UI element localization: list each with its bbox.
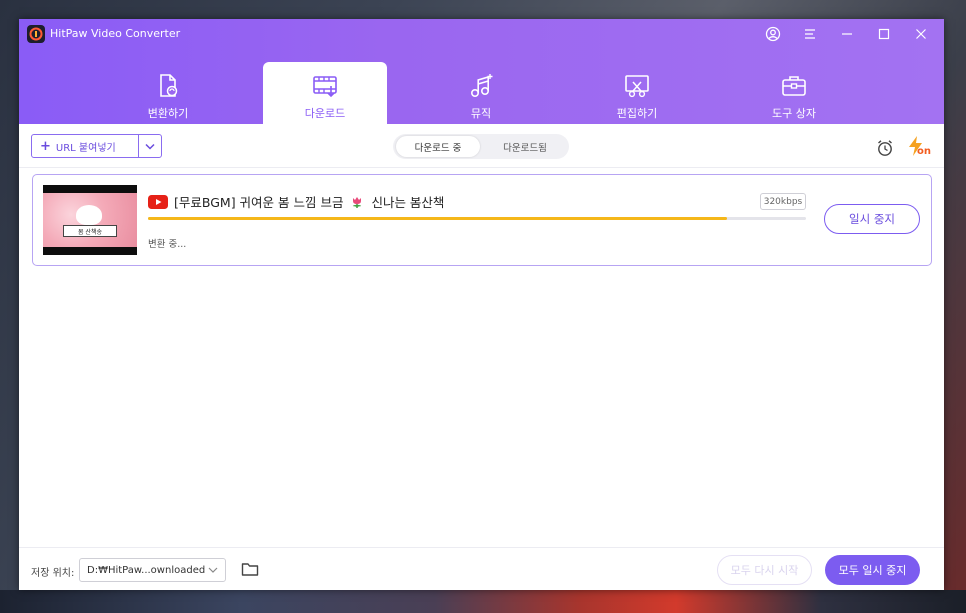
tab-download-label: 다운로드 [304, 107, 346, 120]
app-logo-icon [27, 25, 45, 43]
pause-all-button[interactable]: 모두 일시 중지 [825, 555, 920, 585]
video-title-part1: [무료BGM] 귀여운 봄 느낌 브금 [174, 195, 344, 210]
pause-button[interactable]: 일시 중지 [824, 204, 920, 234]
tab-toolbox[interactable]: 도구 상자 [732, 62, 856, 124]
video-title: [무료BGM] 귀여운 봄 느낌 브금 신나는 봄산책 [174, 192, 444, 211]
download-film-icon [311, 72, 339, 100]
turbo-label: on [917, 146, 931, 157]
bitrate-badge: 320kbps [760, 193, 806, 210]
paste-url-label: URL 붙여넣기 [55, 142, 116, 154]
tulip-emoji-icon [350, 195, 364, 209]
convert-icon [154, 72, 182, 100]
tab-music-label: 뮤직 [470, 107, 492, 120]
title-bar: HitPaw Video Converter [19, 19, 944, 49]
chevron-down-icon [145, 143, 155, 150]
desktop-background [0, 590, 966, 613]
video-thumbnail: 봄 산책송 [43, 185, 137, 255]
tab-edit[interactable]: 편집하기 [575, 62, 699, 124]
save-path-value: D:₩HitPaw...ownloaded [87, 564, 206, 576]
thumbnail-character [76, 205, 102, 225]
download-item: 봄 산책송 [무료BGM] 귀여운 봄 느낌 브금 신나는 봄산책 320kbp… [32, 174, 932, 266]
edit-icon [623, 72, 651, 100]
paste-url-dropdown[interactable] [138, 135, 161, 157]
app-window: HitPaw Video Converter 변환하기 다운로드 뮤직 편집하기… [19, 19, 944, 590]
toolbar: + URL 붙여넣기 다운로드 중 다운로드됨 on [19, 124, 944, 168]
tab-toolbox-label: 도구 상자 [772, 107, 816, 120]
paste-url-button[interactable]: + URL 붙여넣기 [31, 134, 162, 158]
alarm-clock-icon[interactable] [876, 139, 894, 157]
app-title: HitPaw Video Converter [50, 27, 181, 40]
minimize-icon[interactable] [835, 23, 859, 45]
segment-downloading[interactable]: 다운로드 중 [396, 136, 480, 157]
account-icon[interactable] [761, 23, 785, 45]
segment-downloaded[interactable]: 다운로드됨 [483, 136, 567, 157]
tab-download[interactable]: 다운로드 [263, 62, 387, 124]
paste-url-main[interactable]: + URL 붙여넣기 [32, 135, 138, 157]
footer: 저장 위치: D:₩HitPaw...ownloaded 모두 다시 시작 모두… [19, 547, 944, 590]
youtube-icon [148, 194, 168, 209]
download-progress-bar [148, 217, 806, 220]
download-status-toggle: 다운로드 중 다운로드됨 [393, 134, 569, 159]
plus-icon: + [40, 138, 51, 154]
music-icon [467, 72, 495, 100]
tab-convert-label: 변환하기 [147, 107, 189, 120]
thumbnail-banner: 봄 산책송 [63, 225, 117, 237]
toolbox-icon [780, 72, 808, 100]
maximize-icon[interactable] [872, 23, 896, 45]
tab-music[interactable]: 뮤직 [419, 62, 543, 124]
chevron-down-icon [208, 567, 218, 573]
save-location-label: 저장 위치: [31, 568, 75, 579]
save-path-select[interactable]: D:₩HitPaw...ownloaded [79, 558, 226, 582]
close-icon[interactable] [909, 23, 933, 45]
resume-all-button[interactable]: 모두 다시 시작 [717, 555, 812, 585]
turbo-toggle[interactable]: on [907, 135, 933, 161]
menu-icon[interactable] [798, 23, 822, 45]
tab-convert[interactable]: 변환하기 [106, 62, 230, 124]
main-tabs: 변환하기 다운로드 뮤직 편집하기 도구 상자 [19, 62, 944, 124]
conversion-status: 변환 중... [148, 239, 187, 250]
header: HitPaw Video Converter 변환하기 다운로드 뮤직 편집하기… [19, 19, 944, 124]
video-title-part2: 신나는 봄산책 [371, 195, 445, 210]
tab-edit-label: 편집하기 [616, 107, 658, 120]
download-progress-fill [148, 217, 728, 220]
open-folder-icon[interactable] [241, 561, 259, 577]
